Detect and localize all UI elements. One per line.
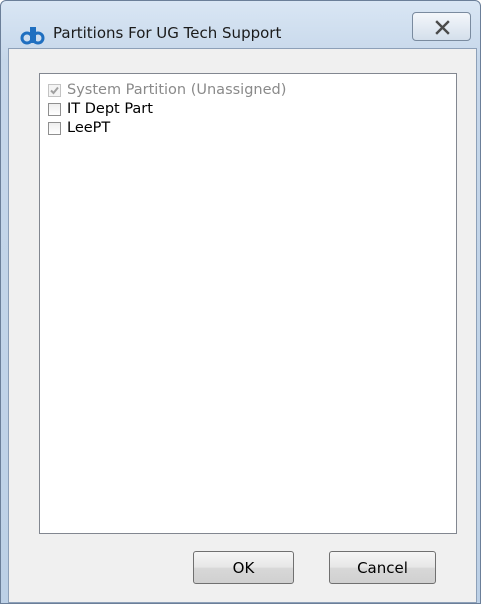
cancel-button[interactable]: Cancel: [329, 551, 436, 584]
leept-checkbox[interactable]: [48, 121, 61, 135]
list-item-leept[interactable]: LeePT: [48, 119, 110, 137]
ok-button[interactable]: OK: [193, 551, 294, 584]
close-button[interactable]: [412, 12, 471, 41]
it-dept-part-label: IT Dept Part: [67, 101, 153, 117]
it-dept-part-checkbox[interactable]: [48, 102, 61, 116]
dialog-window: Partitions For UG Tech Support System Pa…: [0, 0, 481, 604]
close-icon: [435, 20, 450, 35]
app-logo-icon: [20, 27, 45, 45]
partition-list[interactable]: System Partition (Unassigned) IT Dept Pa…: [39, 73, 457, 534]
window-title: Partitions For UG Tech Support: [53, 24, 282, 42]
system-partition-label: System Partition (Unassigned): [67, 82, 287, 98]
checkmark-icon: [50, 86, 59, 94]
dialog-content: System Partition (Unassigned) IT Dept Pa…: [8, 48, 477, 603]
leept-label: LeePT: [67, 120, 111, 136]
list-item-system-partition[interactable]: System Partition (Unassigned): [48, 81, 286, 99]
title-bar[interactable]: Partitions For UG Tech Support: [1, 1, 480, 47]
list-item-it-dept-part[interactable]: IT Dept Part: [48, 100, 153, 118]
system-partition-checkbox[interactable]: [48, 83, 61, 97]
